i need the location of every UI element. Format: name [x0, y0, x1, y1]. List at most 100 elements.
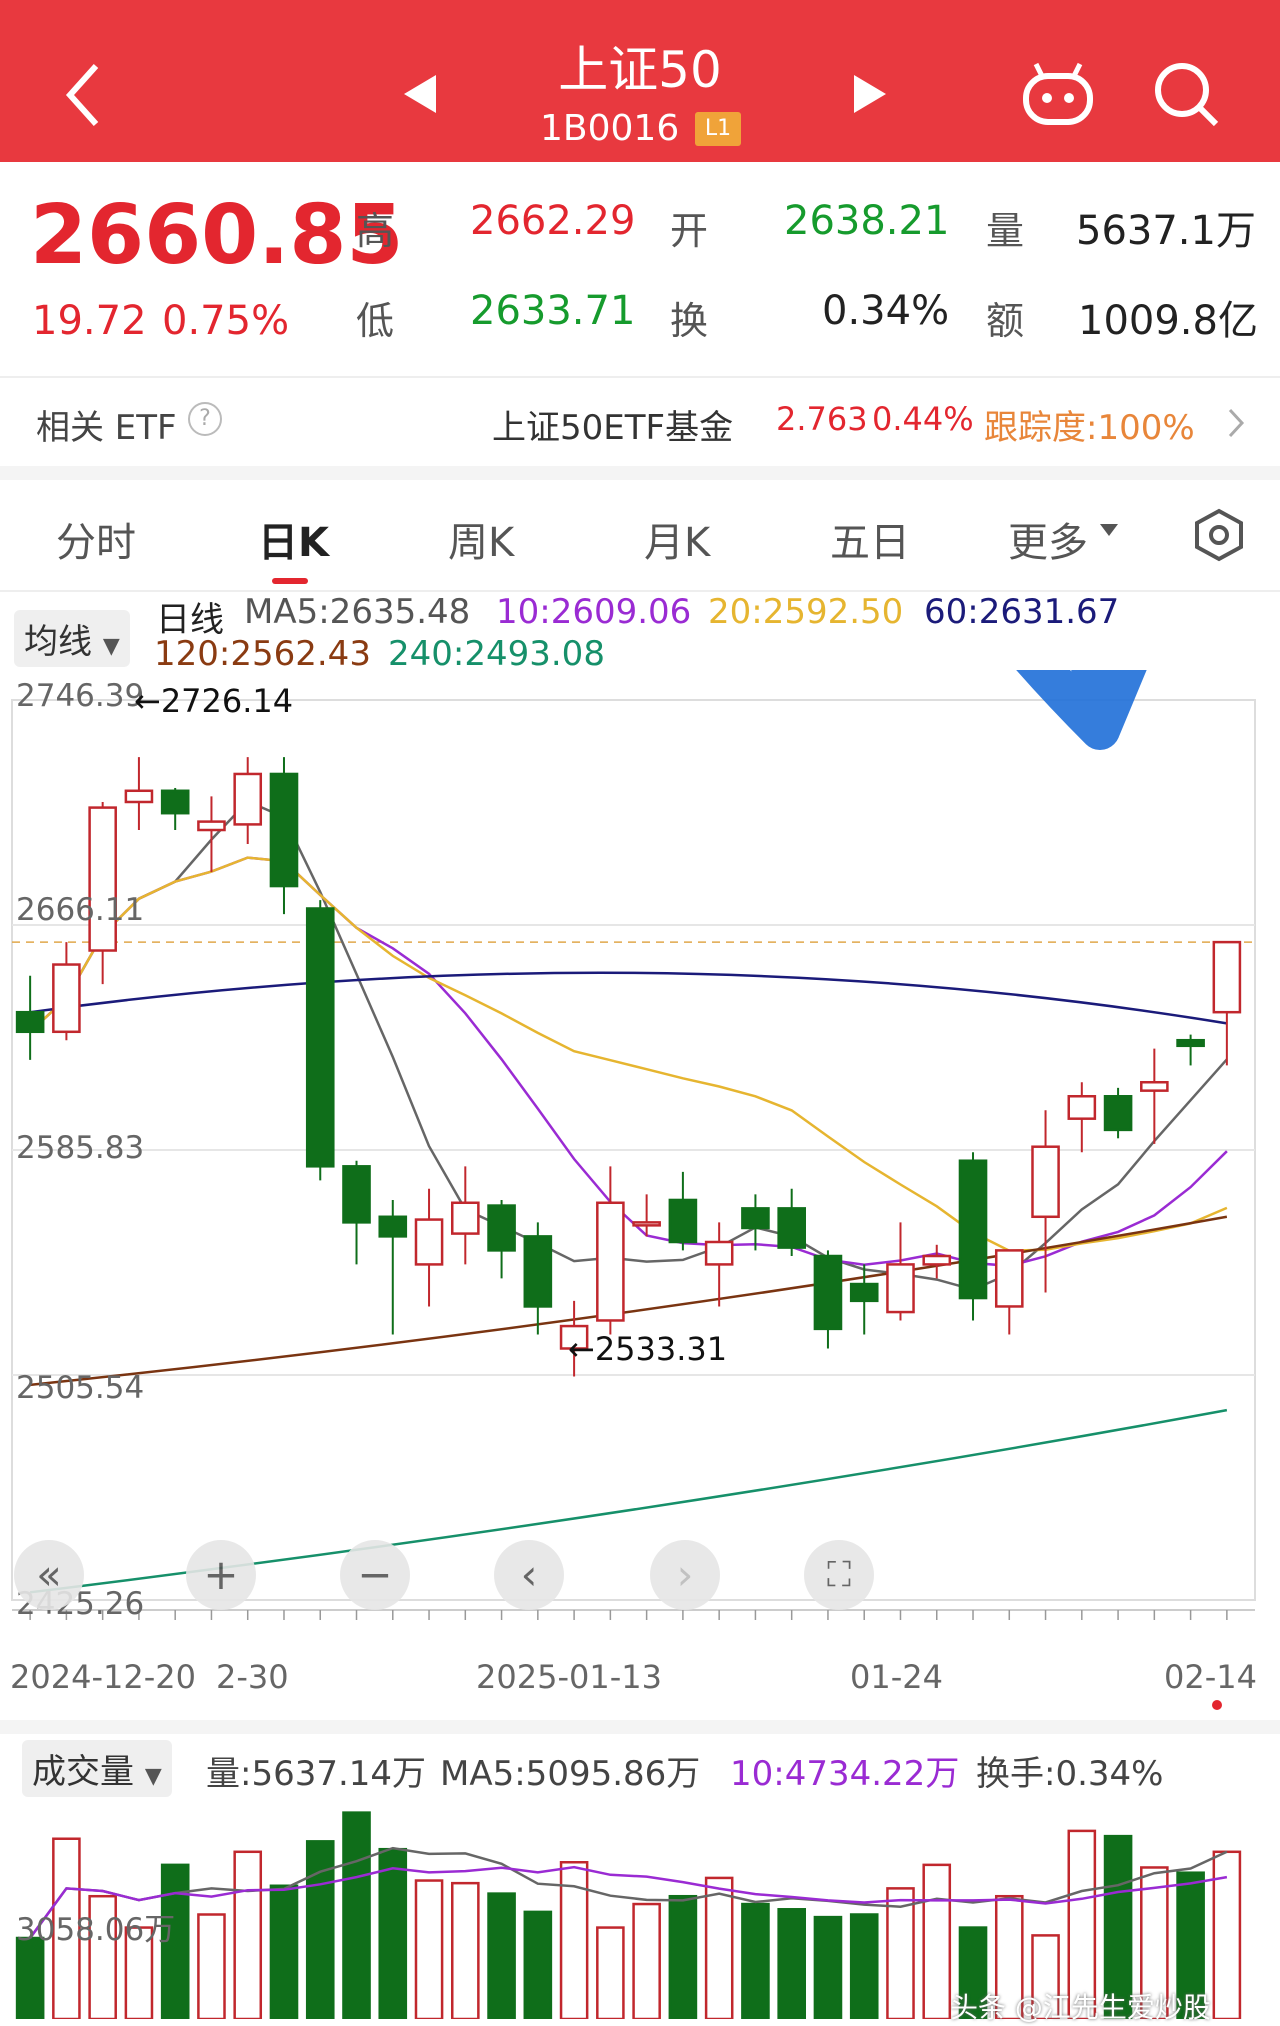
- tab-more[interactable]: 更多: [1008, 510, 1088, 568]
- tab-intraday[interactable]: 分时: [56, 510, 136, 568]
- candle: [668, 1171, 698, 1251]
- section-gap: [0, 466, 1280, 480]
- ma5-value: MA5:2635.48: [244, 592, 471, 632]
- fullscreen-button[interactable]: ⛶: [804, 1540, 874, 1610]
- candle-body: [523, 1235, 553, 1308]
- ma240-value: 240:2493.08: [388, 634, 605, 674]
- next-stock-icon[interactable]: [852, 73, 888, 115]
- candle: [886, 1222, 915, 1321]
- candle-body: [1067, 1095, 1097, 1120]
- scroll-right-button[interactable]: ›: [650, 1540, 720, 1610]
- volume-ma10: 10:4734.22万: [730, 1754, 960, 1794]
- candle-body: [88, 806, 117, 952]
- volume-bar: [886, 1887, 915, 2019]
- date-label: 2-30: [216, 1658, 289, 1696]
- stock-code: 1B0016: [540, 108, 680, 149]
- volume-bar: [269, 1884, 299, 2019]
- candle: [1176, 1034, 1205, 1066]
- candle-body: [741, 1207, 770, 1230]
- volume-bar: [342, 1811, 371, 2019]
- volume-axis-label: 3058.06万: [16, 1912, 176, 1948]
- today-dot: [1212, 1700, 1222, 1710]
- candlestick-chart[interactable]: [0, 670, 1280, 1660]
- tab-daily-k[interactable]: 日K: [258, 510, 329, 568]
- etf-tracking: 跟踪度:100%: [984, 408, 1195, 448]
- candle-body: [487, 1204, 516, 1252]
- candle-body: [233, 772, 263, 826]
- volume-ma5: MA5:5095.86万: [440, 1754, 701, 1794]
- volume-bar: [704, 1876, 734, 2019]
- candle-body: [777, 1207, 806, 1249]
- candle-body: [305, 907, 335, 1168]
- etf-pct: 0.44%: [872, 400, 974, 438]
- candle: [160, 787, 190, 831]
- open-value: 2638.21: [784, 198, 950, 244]
- candle: [777, 1188, 806, 1257]
- ma-selector[interactable]: 均线 ▼: [14, 610, 130, 667]
- related-etf-row[interactable]: 相关 ETF ? 上证50ETF基金 2.763 0.44% 跟踪度:100%: [0, 378, 1280, 466]
- candle-body: [160, 789, 190, 815]
- candle-body: [15, 1010, 45, 1034]
- candle-body: [451, 1201, 480, 1235]
- candle-body: [1212, 940, 1242, 1014]
- high-annotation: ←2726.14: [134, 682, 294, 720]
- volume-bar: [813, 1915, 843, 2019]
- date-label: 2024-12-20: [10, 1658, 196, 1696]
- volume-bar: [378, 1847, 408, 2019]
- volume-bar: [451, 1881, 480, 2019]
- volume-bar: [668, 1894, 698, 2019]
- settings-hexagon-icon[interactable]: [1192, 508, 1246, 562]
- volume-bar: [922, 1863, 952, 2019]
- help-icon[interactable]: ?: [188, 402, 222, 436]
- candle-body: [378, 1215, 408, 1238]
- candle: [487, 1199, 516, 1279]
- volume-label: 量: [986, 209, 1025, 253]
- amount-value: 1009.8亿: [1078, 298, 1258, 344]
- top-bar: 上证50 1B0016 L1: [0, 0, 1280, 162]
- open-label: 开: [670, 209, 709, 253]
- candle-body: [632, 1221, 661, 1227]
- ma-selector-label: 均线: [24, 622, 92, 662]
- tab-monthly-k[interactable]: 月K: [644, 510, 710, 568]
- tab-five-day[interactable]: 五日: [830, 510, 910, 568]
- scroll-left-button[interactable]: ‹: [494, 1540, 564, 1610]
- ma60-line: [29, 971, 1228, 1025]
- etf-name: 上证50ETF基金: [492, 408, 734, 448]
- candle: [922, 1244, 952, 1279]
- date-label: 01-24: [850, 1658, 943, 1696]
- candle: [1103, 1087, 1133, 1139]
- candle-body: [1176, 1038, 1205, 1048]
- high-value: 2662.29: [470, 198, 636, 244]
- scroll-start-button[interactable]: «: [14, 1540, 84, 1610]
- zoom-out-button[interactable]: −: [340, 1540, 410, 1610]
- level-badge: L1: [695, 112, 741, 146]
- candle: [632, 1194, 661, 1237]
- etf-price: 2.763: [776, 400, 868, 438]
- tab-weekly-k[interactable]: 周K: [448, 510, 514, 568]
- candle-body: [1031, 1145, 1060, 1219]
- caret-down-icon: ▼: [102, 634, 120, 659]
- turnover-value: 0.34%: [822, 288, 950, 334]
- robot-assistant-icon[interactable]: [1020, 58, 1096, 128]
- low-value: 2633.71: [470, 288, 636, 334]
- candle: [15, 975, 45, 1060]
- volume-selector[interactable]: 成交量 ▼: [22, 1740, 172, 1797]
- zoom-in-button[interactable]: +: [186, 1540, 256, 1610]
- y-axis-mid: 2585.83: [16, 1130, 145, 1166]
- candle: [305, 900, 335, 1181]
- volume-bar: [632, 1902, 661, 2019]
- date-label: 02-14: [1164, 1658, 1257, 1696]
- volume-bar: [741, 1902, 770, 2019]
- candle: [342, 1160, 371, 1265]
- amount-label: 额: [986, 299, 1025, 343]
- candle: [233, 757, 263, 845]
- high-label: 高: [356, 209, 395, 253]
- volume-value: 量:5637.14万: [206, 1754, 427, 1794]
- candle-body: [886, 1263, 915, 1314]
- volume-bar: [777, 1908, 806, 2019]
- ma120-value: 120:2562.43: [154, 634, 371, 674]
- search-icon[interactable]: [1152, 60, 1222, 130]
- y-axis-upper: 2666.11: [16, 892, 145, 928]
- candle-body: [342, 1165, 371, 1224]
- active-tab-indicator: [272, 578, 308, 584]
